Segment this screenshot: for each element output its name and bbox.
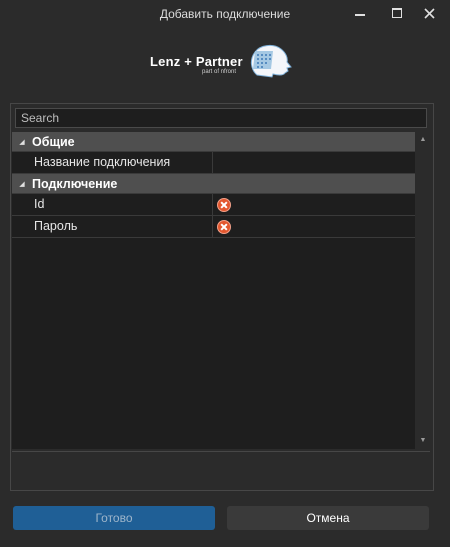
search-box[interactable] [15, 108, 427, 128]
minimize-icon [355, 14, 365, 16]
property-value[interactable] [213, 194, 415, 215]
property-name: Название подключения [12, 152, 213, 173]
scroll-up-icon[interactable]: ▲ [416, 134, 430, 146]
category-connection[interactable]: ◢ Подключение [12, 174, 415, 194]
logo-subtext: part of nfront [202, 69, 237, 75]
logo-text: Lenz + Partner [150, 54, 243, 69]
category-general[interactable]: ◢ Общие [12, 132, 415, 152]
description-area [12, 451, 430, 488]
cancel-button[interactable]: Отмена [227, 506, 429, 530]
property-value[interactable] [213, 216, 415, 237]
collapse-arrow-icon[interactable]: ◢ [12, 180, 32, 188]
property-value[interactable] [213, 152, 415, 173]
property-row-password[interactable]: Пароль [12, 216, 415, 238]
property-row-connection-name[interactable]: Название подключения [12, 152, 415, 174]
head-profile-icon [250, 44, 292, 78]
error-icon [217, 197, 231, 212]
collapse-arrow-icon[interactable]: ◢ [12, 138, 32, 146]
property-name: Пароль [12, 216, 213, 237]
property-row-id[interactable]: Id [12, 194, 415, 216]
minimize-button[interactable] [345, 0, 375, 26]
close-icon [423, 7, 435, 19]
title-bar: Добавить подключение [0, 0, 450, 30]
error-icon [217, 219, 231, 234]
property-panel: ◢ Общие Название подключения ◢ Подключен… [10, 103, 434, 491]
property-name: Id [12, 194, 213, 215]
scroll-down-icon[interactable]: ▼ [416, 435, 430, 447]
done-button[interactable]: Готово [13, 506, 215, 530]
search-input[interactable] [16, 109, 426, 127]
category-label: Подключение [32, 176, 118, 191]
company-logo: Lenz + Partner part of nfront [150, 44, 300, 82]
vertical-scrollbar[interactable]: ▲ ▼ [416, 132, 430, 449]
close-button[interactable] [414, 0, 444, 26]
maximize-icon [392, 8, 402, 18]
property-grid: ◢ Общие Название подключения ◢ Подключен… [12, 132, 415, 449]
category-label: Общие [32, 134, 75, 149]
maximize-button[interactable] [382, 0, 412, 26]
